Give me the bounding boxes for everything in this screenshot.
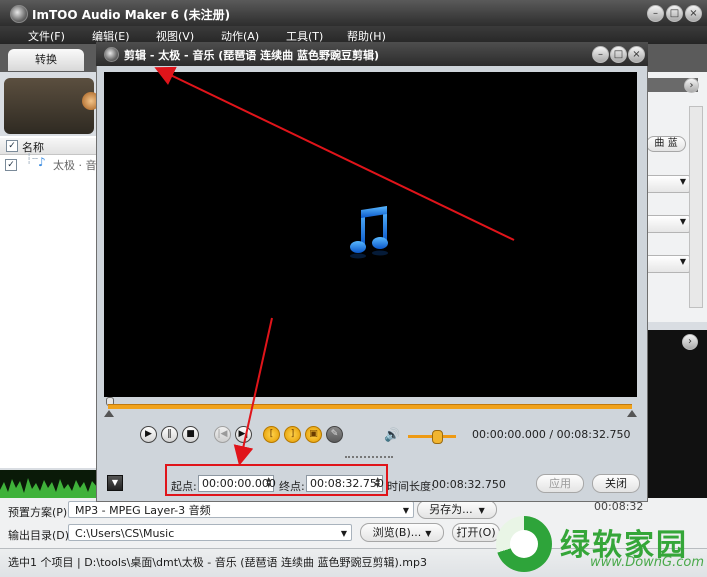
arrow-to-trim xyxy=(233,317,273,466)
arrow-to-title xyxy=(154,66,515,241)
annotation-arrows xyxy=(154,66,515,466)
